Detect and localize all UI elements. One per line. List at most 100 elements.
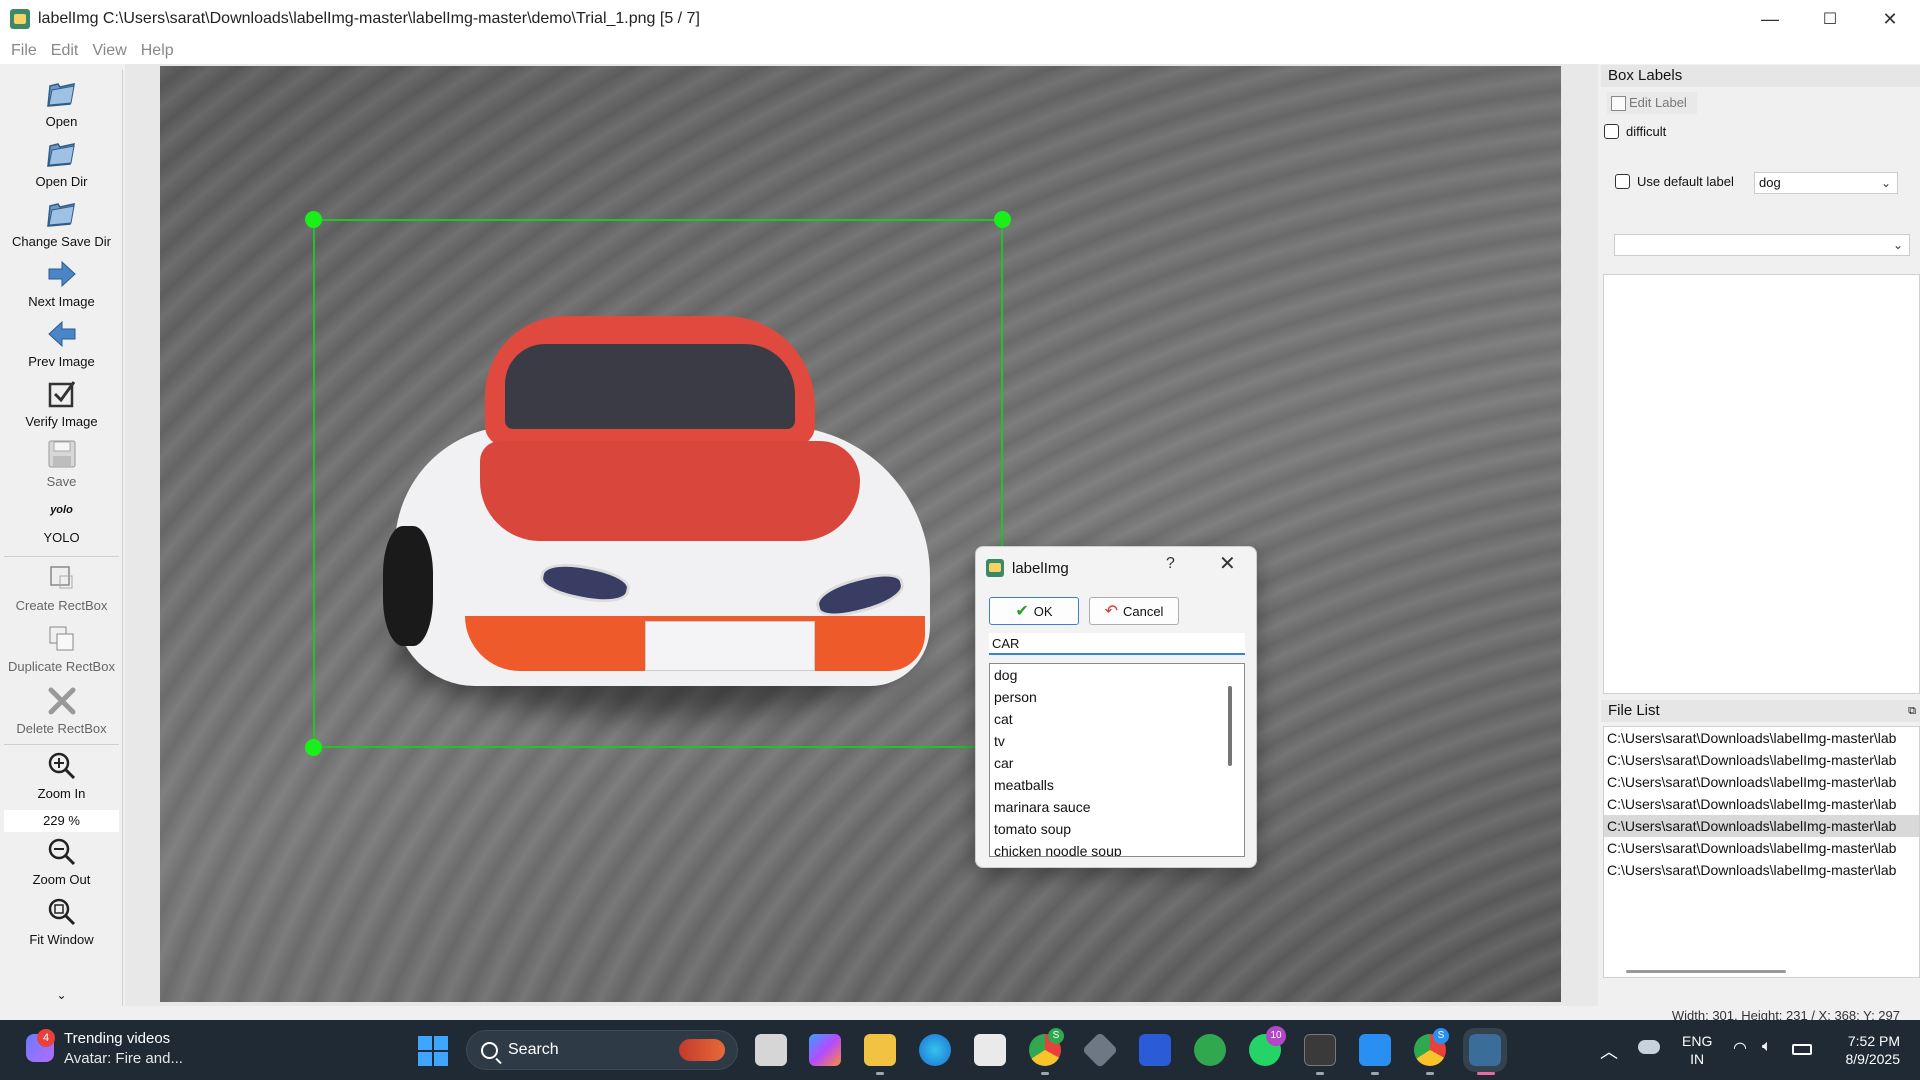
file-list-item[interactable]: C:\Users\sarat\Downloads\labelImg-master… bbox=[1604, 749, 1919, 771]
image-canvas[interactable] bbox=[125, 64, 1598, 1006]
label-suggestion-list[interactable]: dog person cat tv car meatballs marinara sauce… bbox=[989, 663, 1245, 857]
duplicate-rectbox-button[interactable]: Duplicate RectBox bbox=[0, 623, 123, 674]
prev-image-button[interactable]: Prev Image bbox=[0, 318, 123, 369]
label-suggestion-item[interactable]: tomato soup bbox=[990, 818, 1244, 840]
toolbar-more-chevron-icon[interactable]: ⌄ bbox=[0, 988, 123, 1002]
file-list-item[interactable]: C:\Users\sarat\Downloads\labelImg-master… bbox=[1604, 837, 1919, 859]
fit-window-icon bbox=[46, 896, 78, 928]
wifi-icon[interactable]: ◠ bbox=[1733, 1038, 1747, 1058]
undo-arrow-icon: ↶ bbox=[1104, 603, 1118, 620]
battery-icon[interactable] bbox=[1792, 1044, 1812, 1055]
bbox-handle[interactable] bbox=[994, 211, 1011, 228]
label-suggestion-item[interactable]: marinara sauce bbox=[990, 796, 1244, 818]
next-image-label: Next Image bbox=[28, 294, 95, 309]
volume-icon[interactable]: 🔈︎ bbox=[1762, 1038, 1772, 1056]
label-suggestion-item[interactable]: person bbox=[990, 686, 1244, 708]
widgets-title[interactable]: Trending videos bbox=[64, 1030, 170, 1047]
python-labelimg-icon[interactable] bbox=[1463, 1028, 1507, 1072]
minimize-button[interactable]: — bbox=[1740, 0, 1800, 38]
open-button[interactable]: Open bbox=[0, 78, 123, 129]
file-list-item[interactable]: C:\Users\sarat\Downloads\labelImg-master… bbox=[1604, 793, 1919, 815]
show-hidden-icons-chevron-icon[interactable]: ︿ bbox=[1600, 1038, 1618, 1064]
use-default-label-checkbox[interactable] bbox=[1615, 174, 1630, 189]
create-rectbox-button[interactable]: Create RectBox bbox=[0, 562, 123, 613]
box-labels-list[interactable] bbox=[1603, 274, 1920, 694]
difficult-checkbox[interactable] bbox=[1604, 124, 1619, 139]
zoom-out-button[interactable]: Zoom Out bbox=[0, 836, 123, 887]
ok-button[interactable]: ✔ OK bbox=[989, 597, 1079, 625]
store-icon[interactable] bbox=[974, 1034, 1006, 1066]
file-list-item[interactable]: C:\Users\sarat\Downloads\labelImg-master… bbox=[1604, 771, 1919, 793]
running-indicator bbox=[876, 1072, 884, 1075]
widgets-subtitle[interactable]: Avatar: Fire and... bbox=[64, 1050, 183, 1067]
label-suggestion-item[interactable]: chicken noodle soup bbox=[990, 840, 1244, 856]
file-list-item[interactable]: C:\Users\sarat\Downloads\labelImg-master… bbox=[1604, 815, 1919, 837]
edit-label-button[interactable]: Edit Label bbox=[1607, 92, 1697, 114]
zoom-in-button[interactable]: Zoom In bbox=[0, 750, 123, 801]
edge-icon[interactable] bbox=[919, 1034, 951, 1066]
label-suggestion-item[interactable]: dog bbox=[990, 664, 1244, 686]
search-icon bbox=[481, 1041, 498, 1059]
chevron-down-icon: ⌄ bbox=[1892, 238, 1903, 252]
menu-edit[interactable]: Edit bbox=[44, 42, 86, 60]
list-scrollbar[interactable] bbox=[1228, 686, 1232, 766]
window-title: labelImg C:\Users\sarat\Downloads\labelI… bbox=[38, 10, 700, 27]
use-default-label-text: Use default label bbox=[1637, 174, 1734, 189]
file-list-header: File List ⧉ bbox=[1601, 700, 1920, 722]
unity-icon[interactable] bbox=[1081, 1031, 1119, 1069]
onedrive-icon[interactable] bbox=[1638, 1040, 1660, 1054]
copilot-icon[interactable] bbox=[809, 1034, 841, 1066]
fit-window-button[interactable]: Fit Window bbox=[0, 896, 123, 947]
zoom-value-field[interactable]: 229 % bbox=[4, 810, 119, 832]
menu-view[interactable]: View bbox=[85, 42, 133, 60]
delete-rectbox-button[interactable]: Delete RectBox bbox=[0, 685, 123, 736]
start-windows-icon[interactable] bbox=[418, 1036, 448, 1066]
label-suggestion-item[interactable]: car bbox=[990, 752, 1244, 774]
close-button[interactable]: ✕ bbox=[1860, 0, 1920, 38]
dialog-help-button[interactable]: ? bbox=[1166, 555, 1175, 573]
maximize-button[interactable]: ☐ bbox=[1800, 0, 1860, 38]
difficult-checkbox-row[interactable]: difficult bbox=[1604, 124, 1666, 139]
verify-image-button[interactable]: Verify Image bbox=[0, 378, 123, 429]
task-view-icon[interactable] bbox=[755, 1034, 787, 1066]
running-indicator bbox=[1041, 1072, 1049, 1075]
open-dir-button[interactable]: Open Dir bbox=[0, 138, 123, 189]
file-list-item[interactable]: C:\Users\sarat\Downloads\labelImg-master… bbox=[1604, 859, 1919, 881]
terminal-icon[interactable] bbox=[1304, 1034, 1336, 1066]
file-list[interactable]: C:\Users\sarat\Downloads\labelImg-master… bbox=[1603, 726, 1920, 978]
next-image-button[interactable]: Next Image bbox=[0, 258, 123, 309]
label-suggestion-item[interactable]: meatballs bbox=[990, 774, 1244, 796]
menu-file[interactable]: File bbox=[4, 42, 44, 60]
label-suggestion-item[interactable]: tv bbox=[990, 730, 1244, 752]
dialog-close-button[interactable]: ✕ bbox=[1219, 551, 1236, 576]
running-indicator bbox=[1426, 1072, 1434, 1075]
format-button[interactable]: yolo YOLO bbox=[0, 504, 123, 545]
bbox-handle[interactable] bbox=[305, 211, 322, 228]
save-button[interactable]: Save bbox=[0, 438, 123, 489]
undock-icon[interactable]: ⧉ bbox=[1908, 700, 1916, 722]
xbox-icon[interactable] bbox=[1194, 1034, 1226, 1066]
system-clock[interactable]: 7:52 PM 8/9/2025 bbox=[1830, 1032, 1901, 1068]
bounding-box[interactable] bbox=[305, 211, 1011, 756]
bbox-handle[interactable] bbox=[305, 739, 322, 756]
horizontal-scrollbar[interactable] bbox=[1626, 970, 1786, 973]
azure-icon[interactable] bbox=[1139, 1034, 1171, 1066]
open-label: Open bbox=[45, 114, 78, 129]
dialog-title: labelImg bbox=[1012, 559, 1069, 577]
folder-icon bbox=[46, 138, 78, 170]
language-indicator[interactable]: ENG IN bbox=[1682, 1032, 1712, 1068]
taskbar-search[interactable]: Search bbox=[466, 1030, 738, 1070]
menu-help[interactable]: Help bbox=[134, 42, 181, 60]
label-suggestion-item[interactable]: cat bbox=[990, 708, 1244, 730]
file-explorer-icon[interactable] bbox=[864, 1034, 896, 1066]
delete-x-icon bbox=[46, 685, 78, 717]
file-list-item[interactable]: C:\Users\sarat\Downloads\labelImg-master… bbox=[1604, 727, 1919, 749]
vscode-icon[interactable] bbox=[1359, 1034, 1391, 1066]
change-save-dir-button[interactable]: Change Save Dir bbox=[0, 198, 123, 249]
use-default-label-row[interactable]: Use default label bbox=[1615, 174, 1734, 189]
default-label-select[interactable]: dog ⌄ bbox=[1754, 172, 1898, 194]
label-filter-select[interactable]: ⌄ bbox=[1614, 234, 1910, 256]
label-input[interactable] bbox=[989, 633, 1245, 655]
create-rect-icon bbox=[46, 562, 78, 594]
cancel-button[interactable]: ↶ Cancel bbox=[1089, 597, 1179, 625]
